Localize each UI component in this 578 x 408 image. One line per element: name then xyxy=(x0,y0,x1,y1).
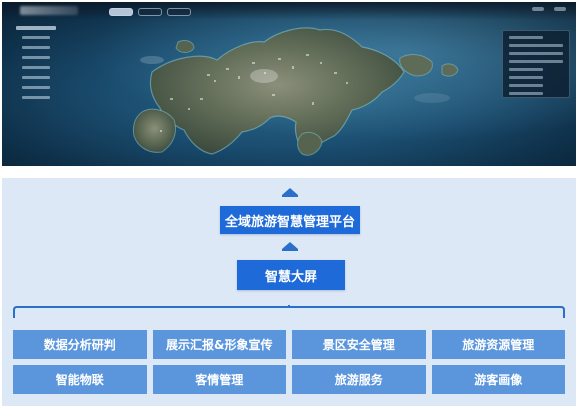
left-list-panel xyxy=(16,26,60,112)
top-tab-2[interactable] xyxy=(138,8,162,16)
module-visitor-flow: 客情管理 xyxy=(152,365,286,394)
up-arrow-icon xyxy=(282,188,298,197)
platform-box: 全域旅游智慧管理平台 xyxy=(220,206,360,234)
panel-row[interactable] xyxy=(509,84,543,87)
list-item[interactable] xyxy=(22,36,50,39)
top-tab-3[interactable] xyxy=(167,8,191,16)
module-visitor-profile: 游客画像 xyxy=(431,365,565,394)
panel-row[interactable] xyxy=(509,76,543,79)
top-right-status xyxy=(532,7,566,11)
panel-row[interactable] xyxy=(509,92,543,95)
status-item xyxy=(532,7,544,11)
module-grid: 数据分析研判 展示汇报&形象宣传 景区安全管理 旅游资源管理 智能物联 客情管理… xyxy=(13,330,565,394)
module-display-report: 展示汇报&形象宣传 xyxy=(152,330,286,359)
smart-screen-box: 智慧大屏 xyxy=(237,260,345,290)
island-map xyxy=(132,27,459,156)
module-resource-management: 旅游资源管理 xyxy=(431,330,565,359)
up-arrow-icon xyxy=(282,242,298,251)
top-tabs xyxy=(109,8,191,16)
panel-row[interactable] xyxy=(509,52,563,55)
top-bar xyxy=(2,2,576,20)
panel-header xyxy=(16,26,56,30)
list-item[interactable] xyxy=(22,96,50,99)
module-iot: 智能物联 xyxy=(13,365,147,394)
weather-icon xyxy=(554,7,566,11)
panel-row xyxy=(509,36,543,39)
list-item[interactable] xyxy=(22,56,50,59)
list-item[interactable] xyxy=(22,76,50,79)
map-screenshot xyxy=(2,2,576,166)
list-item[interactable] xyxy=(22,86,50,89)
list-item[interactable] xyxy=(22,66,50,69)
architecture-diagram: 全域旅游智慧管理平台 智慧大屏 数据分析研判 展示汇报&形象宣传 景区安全管理 … xyxy=(2,178,576,406)
list-item[interactable] xyxy=(22,46,50,49)
module-tourism-service: 旅游服务 xyxy=(292,365,426,394)
top-tab-1[interactable] xyxy=(109,8,133,16)
panel-row[interactable] xyxy=(509,44,563,47)
panel-row[interactable] xyxy=(509,60,563,63)
module-scenic-safety: 景区安全管理 xyxy=(292,330,426,359)
blurred-logo xyxy=(20,6,78,15)
right-filter-panel xyxy=(502,30,570,98)
bracket-connector xyxy=(13,305,565,318)
panel-row[interactable] xyxy=(509,68,543,71)
module-data-analysis: 数据分析研判 xyxy=(13,330,147,359)
